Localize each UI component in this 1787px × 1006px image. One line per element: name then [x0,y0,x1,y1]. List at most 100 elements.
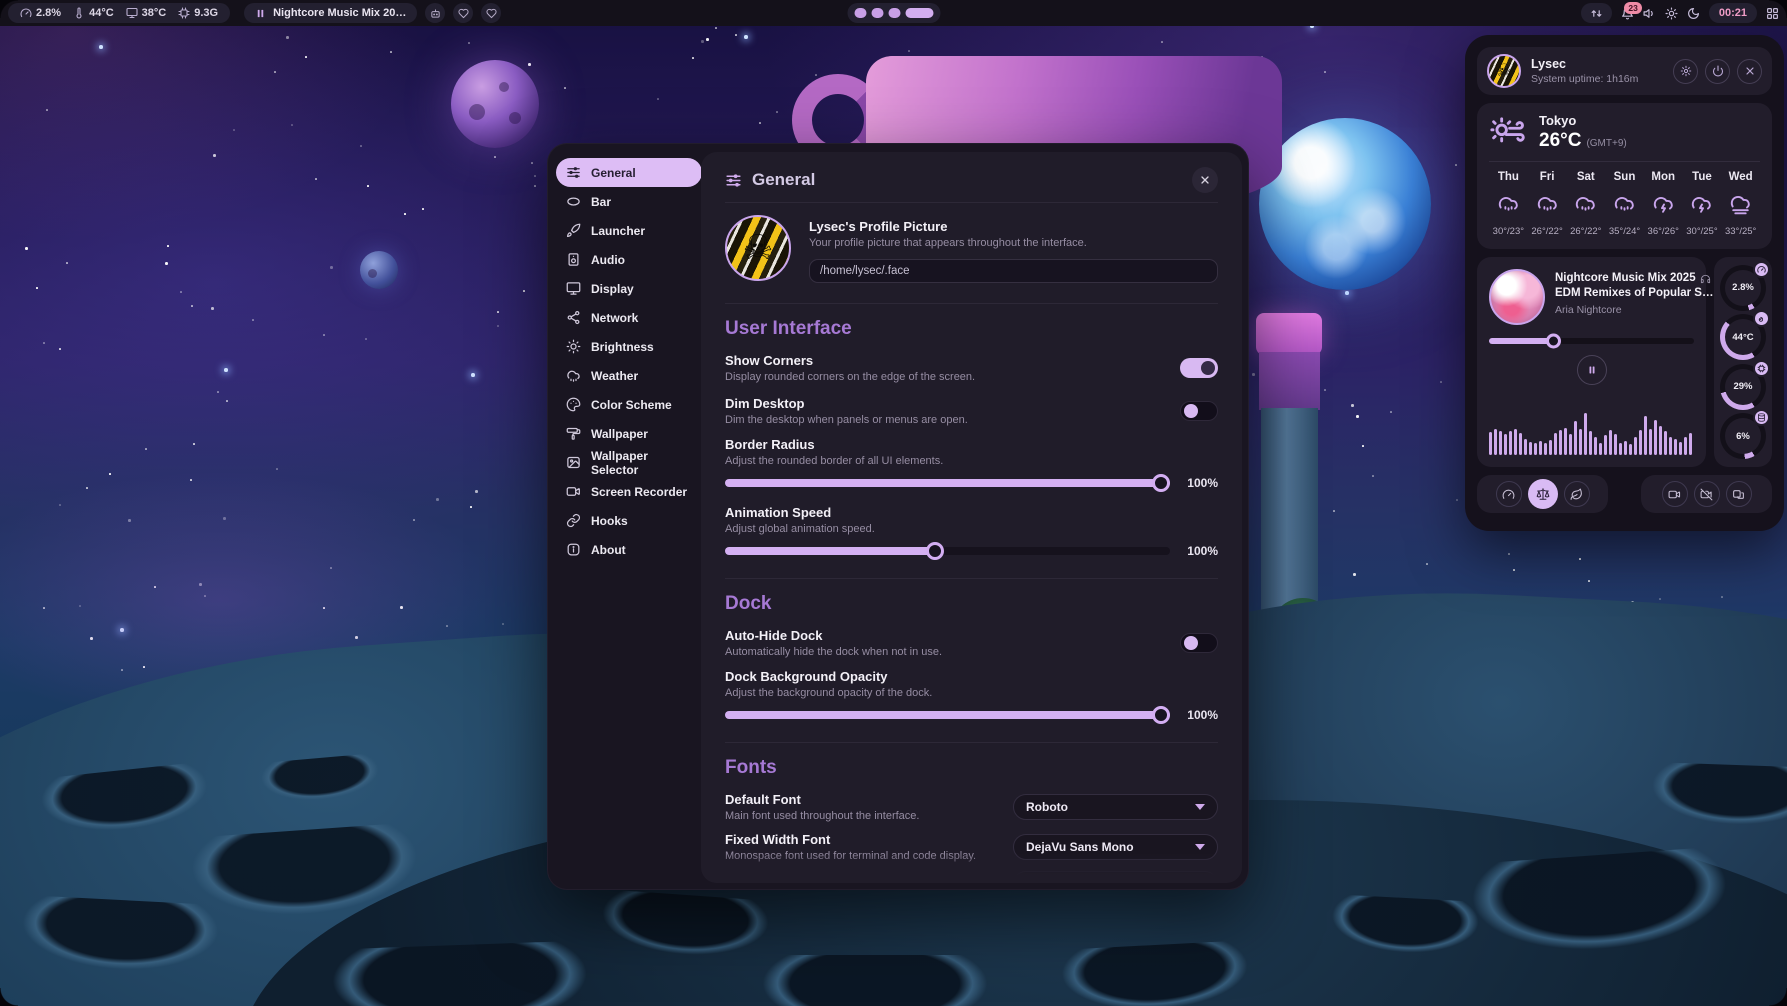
media-title: Nightcore Music Mix 20… [273,7,406,19]
section-title-fonts: Fonts [725,757,1218,779]
setting-title: Show Corners [725,353,1180,368]
power-saver-mode-button[interactable] [1564,481,1590,507]
sidebar-item-about[interactable]: About [556,535,702,564]
leaf-icon [1570,488,1583,501]
setting-desc: Adjust the rounded border of all UI elem… [725,455,1218,467]
favorites-button[interactable] [453,3,473,23]
sidebar-item-bar[interactable]: Bar [556,187,702,216]
sidebar-item-wallpaper-selector[interactable]: Wallpaper Selector [556,448,702,477]
volume-button[interactable] [1643,7,1656,20]
control-panel: ☠ Lysec System uptime: 1h16m [1465,35,1784,531]
workspace-dot[interactable] [888,8,900,18]
setting-desc: Adjust the background opacity of the doc… [725,687,1218,699]
sidebar-item-weather[interactable]: Weather [556,361,702,390]
forecast-temps: 33°/25° [1725,226,1756,237]
screen-corner [1769,988,1787,1006]
likes-button[interactable] [481,3,501,23]
forecast-day-name: Sun [1614,171,1636,183]
camera-off-button[interactable] [1694,481,1720,507]
storm-cloud-icon [1689,192,1714,217]
cpu-gauge: 2.8% [1720,265,1766,311]
skull-icon: ☠ [743,228,773,268]
workspace-indicator[interactable] [847,3,940,23]
workspace-dot[interactable] [871,8,883,18]
screen-share-button[interactable] [1726,481,1752,507]
screen-record-button[interactable] [1662,481,1688,507]
forecast-temps: 36°/26° [1648,226,1679,237]
close-button[interactable] [1192,167,1218,193]
network-traffic-icon [1590,7,1603,20]
weather-city: Tokyo [1539,113,1627,128]
workspace-dot-active[interactable] [905,8,933,18]
sidebar-item-brightness[interactable]: Brightness [556,332,702,361]
rain-cloud-icon [1612,192,1637,217]
workspace-dot[interactable] [854,8,866,18]
profile-path-input[interactable]: /home/lysec/.face [809,259,1218,283]
notifications-button[interactable]: 23 [1621,7,1634,20]
setting-desc: Dim the desktop when panels or menus are… [725,414,1180,426]
border-radius-slider[interactable] [725,479,1170,487]
sidebar-item-general[interactable]: General [556,158,702,187]
power-button[interactable] [1705,59,1730,84]
sidebar-label: Hooks [591,514,628,528]
pause-button[interactable] [1577,355,1607,385]
palette-icon [566,397,581,412]
setting-title: Border Radius [725,437,1218,452]
slider-handle[interactable] [1152,706,1170,724]
balanced-mode-button[interactable] [1528,479,1558,509]
desktop: 2.8% 44°C 38°C 9.3G Nightcore Music Mix … [0,0,1787,1006]
track-progress-slider[interactable] [1489,338,1694,344]
dim-desktop-toggle[interactable] [1180,401,1218,421]
setting-desc: Main font used throughout the interface. [725,810,1013,822]
dock-opacity-slider[interactable] [725,711,1170,719]
sidebar-label: Color Scheme [591,398,672,412]
show-corners-toggle[interactable] [1180,358,1218,378]
setting-show-corners: Show Corners Display rounded corners on … [725,353,1218,383]
sidebar-item-color-scheme[interactable]: Color Scheme [556,390,702,419]
media-widget[interactable]: Nightcore Music Mix 20… [244,3,417,23]
auto-hide-dock-toggle[interactable] [1180,633,1218,653]
slider-handle[interactable] [926,542,944,560]
setting-default-font: Default Font Main font used throughout t… [725,792,1218,822]
network-nodes-icon [566,310,581,325]
audio-visualizer [1489,411,1694,455]
forecast-day-name: Fri [1540,171,1555,183]
info-icon [566,542,581,557]
forecast-temps: 30°/25° [1686,226,1717,237]
default-font-select[interactable]: Roboto [1013,794,1218,820]
slider-handle[interactable] [1546,334,1561,349]
assistant-button[interactable] [425,3,445,23]
network-button[interactable] [1581,3,1612,23]
slider-handle[interactable] [1152,474,1170,492]
user-card: ☠ Lysec System uptime: 1h16m [1477,47,1772,95]
camera-off-icon [1700,488,1713,501]
forecast-day: Tue 30°/25° [1683,171,1722,237]
profile-avatar[interactable]: ☠ [725,215,791,281]
night-light-button[interactable] [1687,7,1700,20]
sidebar-label: Wallpaper [591,427,648,441]
thermometer-icon [73,7,85,19]
forecast-day: Thu 30°/23° [1489,171,1528,237]
sidebar-label: Display [591,282,634,296]
sidebar-item-launcher[interactable]: Launcher [556,216,702,245]
settings-button[interactable] [1673,59,1698,84]
paint-roller-icon [566,426,581,441]
performance-mode-button[interactable] [1496,481,1522,507]
gpu-temp-value: 38°C [142,7,167,19]
purple-planet [451,60,539,148]
brightness-button[interactable] [1665,7,1678,20]
animation-speed-slider[interactable] [725,547,1170,555]
clock[interactable]: 00:21 [1709,3,1757,23]
sidebar-item-screen-recorder[interactable]: Screen Recorder [556,477,702,506]
sidebar-item-wallpaper[interactable]: Wallpaper [556,419,702,448]
forecast-day-name: Thu [1498,171,1519,183]
memory-icon [178,7,190,19]
sidebar-item-hooks[interactable]: Hooks [556,506,702,535]
sidebar-item-display[interactable]: Display [556,274,702,303]
close-panel-button[interactable] [1737,59,1762,84]
forecast-day-name: Sat [1577,171,1595,183]
track-title-line2: EDM Remixes of Popular S… [1555,286,1694,301]
sidebar-item-audio[interactable]: Audio [556,245,702,274]
sidebar-item-network[interactable]: Network [556,303,702,332]
sidebar-label: General [591,166,636,180]
